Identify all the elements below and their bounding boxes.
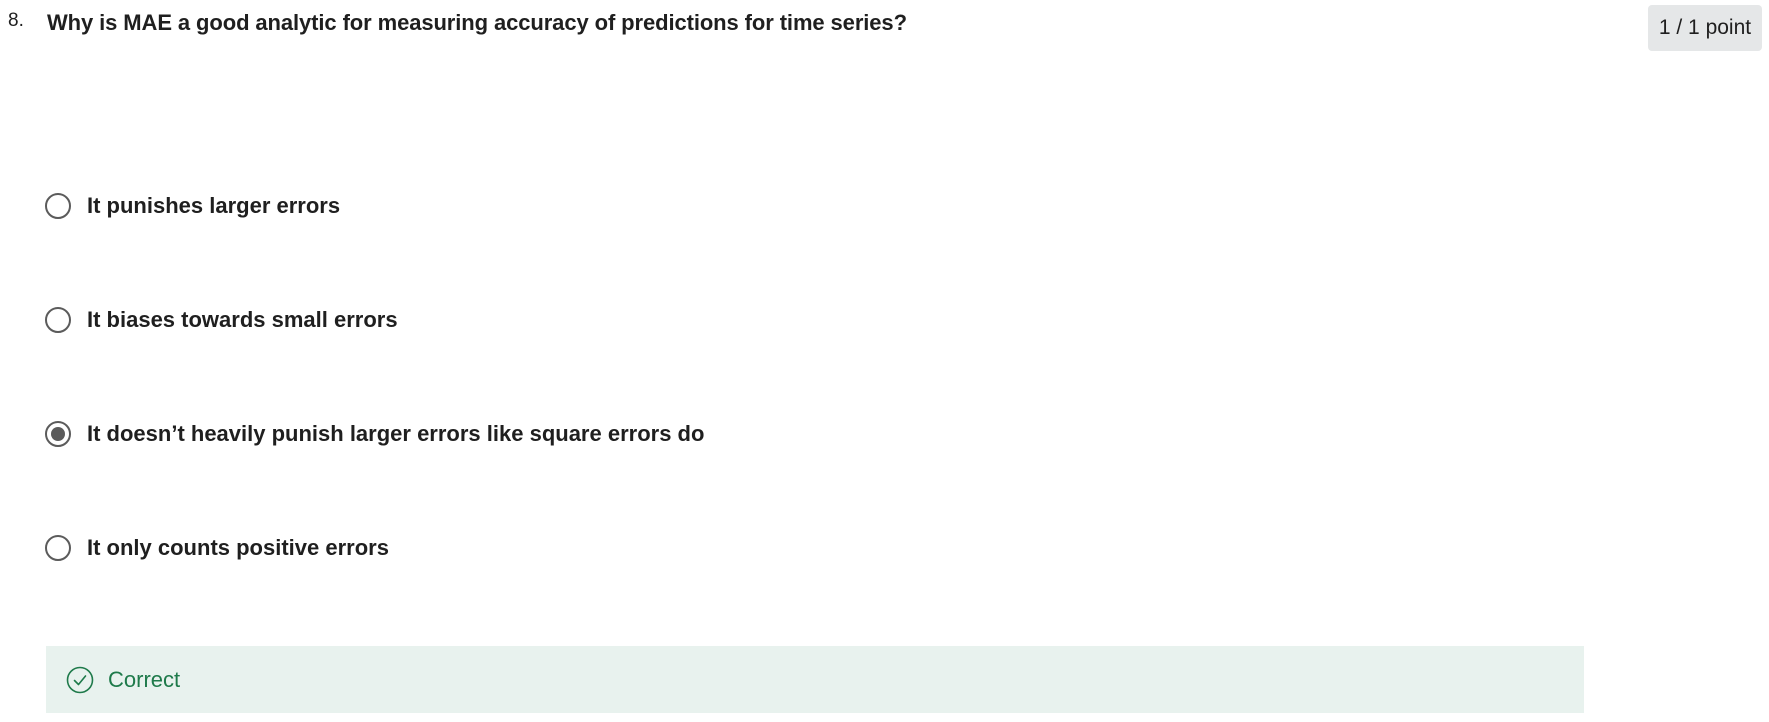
question-number: 8.	[8, 10, 24, 31]
check-circle-icon	[66, 666, 94, 694]
radio-button[interactable]	[45, 307, 71, 333]
option-label: It doesn’t heavily punish larger errors …	[87, 421, 705, 446]
points-badge: 1 / 1 point	[1648, 5, 1762, 51]
radio-button-selected[interactable]	[45, 421, 71, 447]
option-label: It biases towards small errors	[87, 307, 398, 332]
feedback-banner: Correct	[46, 646, 1584, 713]
option-punishes-larger-errors[interactable]: It punishes larger errors	[45, 190, 340, 222]
radio-button[interactable]	[45, 193, 71, 219]
option-only-counts-positive-errors[interactable]: It only counts positive errors	[45, 532, 389, 564]
option-doesnt-heavily-punish[interactable]: It doesn’t heavily punish larger errors …	[45, 418, 704, 450]
question-text: Why is MAE a good analytic for measuring…	[47, 10, 907, 35]
option-biases-towards-small-errors[interactable]: It biases towards small errors	[45, 304, 398, 336]
option-label: It only counts positive errors	[87, 535, 389, 560]
option-label: It punishes larger errors	[87, 193, 341, 218]
feedback-text: Correct	[108, 666, 181, 692]
radio-button[interactable]	[45, 535, 71, 561]
